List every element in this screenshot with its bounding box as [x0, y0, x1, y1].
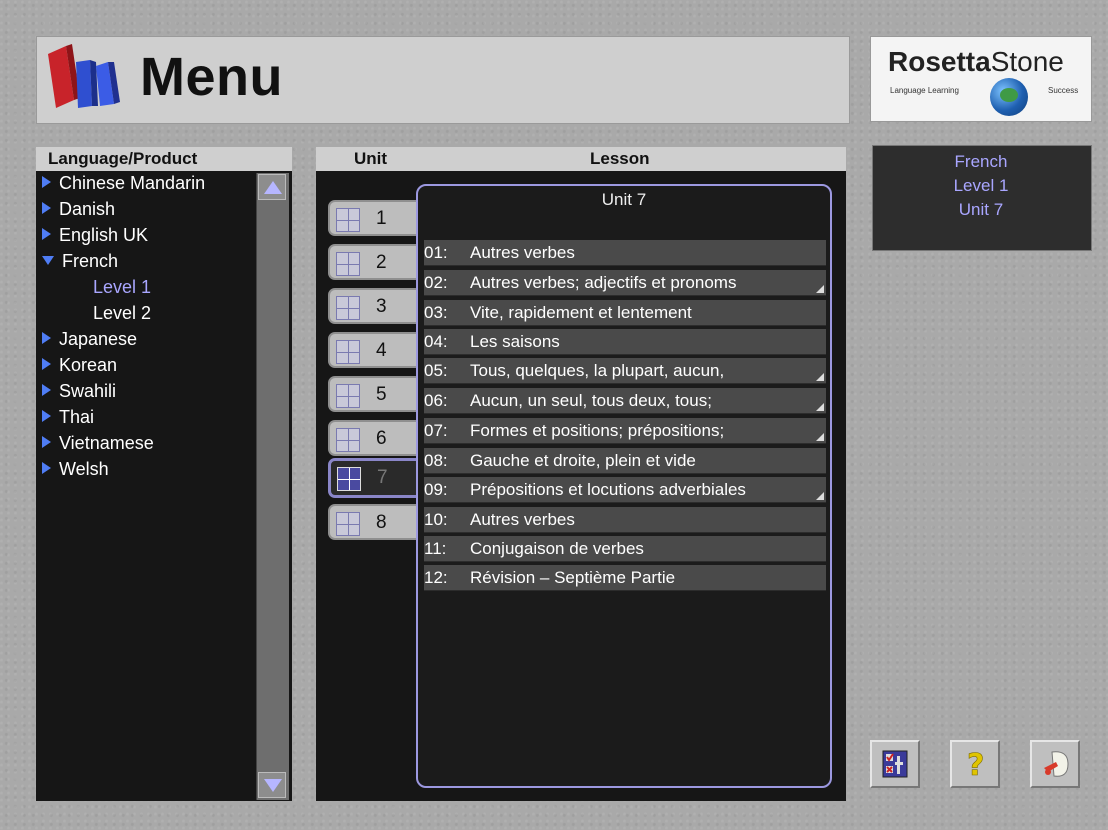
globe-land	[1000, 88, 1018, 102]
unit-tab-4[interactable]: 4	[328, 332, 428, 368]
more-indicator-icon	[816, 492, 824, 500]
more-indicator-icon	[816, 373, 824, 381]
preferences-button[interactable]	[870, 740, 920, 788]
info-level: Level 1	[953, 176, 1009, 195]
info-unit: Unit 7	[958, 200, 1004, 219]
lesson-row-05[interactable]: 05: Tous, quelques, la plupart, aucun,	[424, 358, 826, 384]
info-language: French	[954, 152, 1008, 171]
unit-tab-1[interactable]: 1	[328, 200, 428, 236]
level-item-1[interactable]: Level 1	[93, 277, 151, 298]
expand-arrow-icon	[42, 436, 51, 448]
lesson-row-02[interactable]: 02: Autres verbes; adjectifs et pronoms	[424, 270, 826, 296]
unit-tab-2[interactable]: 2	[328, 244, 428, 280]
more-indicator-icon	[816, 403, 824, 411]
unit-tab-3[interactable]: 3	[328, 288, 428, 324]
lesson-row-08[interactable]: 08: Gauche et droite, plein et vide	[424, 448, 826, 474]
unit-grid-icon	[336, 428, 360, 452]
unit-grid-icon	[336, 252, 360, 276]
expand-arrow-icon	[42, 410, 51, 422]
lesson-row-09[interactable]: 09: Prépositions et locutions adverbiales	[424, 477, 826, 503]
arrow-up-icon	[264, 181, 282, 194]
unit-grid-icon	[336, 384, 360, 408]
lesson-row-07[interactable]: 07: Formes et positions; prépositions;	[424, 418, 826, 444]
language-list-scrollbar[interactable]	[256, 173, 289, 800]
unit-grid-icon	[336, 296, 360, 320]
exit-button[interactable]	[1030, 740, 1080, 788]
lesson-box-title: Unit 7	[601, 190, 647, 209]
scroll-up-button[interactable]	[258, 174, 286, 200]
expand-arrow-icon	[42, 384, 51, 396]
unit-grid-icon	[336, 208, 360, 232]
more-indicator-icon	[816, 285, 824, 293]
expand-arrow-icon	[42, 358, 51, 370]
unit-lesson-header	[316, 147, 846, 171]
unit-tab-7-active[interactable]: 7	[328, 458, 426, 498]
unit-grid-icon	[337, 467, 361, 491]
language-item-danish[interactable]: Danish	[42, 199, 115, 220]
logo-tagline-right: Success	[1048, 86, 1079, 95]
lesson-row-06[interactable]: 06: Aucun, un seul, tous deux, tous;	[424, 388, 826, 414]
language-item-english-uk[interactable]: English UK	[42, 225, 148, 246]
help-button[interactable]: ?	[950, 740, 1000, 788]
expand-arrow-icon	[42, 462, 51, 474]
language-panel-header: Language/Product	[36, 147, 292, 171]
lesson-row-01[interactable]: 01: Autres verbes	[424, 240, 826, 266]
lesson-row-12[interactable]: 12: Révision – Septième Partie	[424, 565, 826, 591]
unit-grid-icon	[336, 340, 360, 364]
lesson-row-04[interactable]: 04: Les saisons	[424, 329, 826, 355]
expand-arrow-icon	[42, 176, 51, 188]
arrow-down-icon	[264, 779, 282, 792]
language-item-vietnamese[interactable]: Vietnamese	[42, 433, 154, 454]
language-item-swahili[interactable]: Swahili	[42, 381, 116, 402]
language-item-welsh[interactable]: Welsh	[42, 459, 109, 480]
page-title: Menu	[140, 47, 283, 107]
more-indicator-icon	[816, 433, 824, 441]
unit-grid-icon	[336, 512, 360, 536]
checklist-icon	[882, 750, 908, 778]
lesson-row-11[interactable]: 11: Conjugaison de verbes	[424, 536, 826, 562]
unit-tab-8[interactable]: 8	[328, 504, 428, 540]
unit-tab-6[interactable]: 6	[328, 420, 428, 456]
question-mark-icon: ?	[967, 749, 985, 779]
lesson-row-03[interactable]: 03: Vite, rapidement et lentement	[424, 300, 826, 326]
lesson-column-label: Lesson	[590, 149, 650, 168]
language-item-chinese-mandarin[interactable]: Chinese Mandarin	[42, 173, 205, 194]
level-item-2[interactable]: Level 2	[93, 303, 151, 324]
logo-tagline-left: Language Learning	[890, 86, 959, 95]
unit-column-label: Unit	[354, 149, 388, 168]
books-icon	[48, 44, 120, 108]
language-item-korean[interactable]: Korean	[42, 355, 117, 376]
exit-door-icon	[1044, 751, 1069, 777]
language-item-french[interactable]: French	[42, 251, 118, 272]
expand-arrow-icon	[42, 332, 51, 344]
expand-arrow-icon	[42, 202, 51, 214]
unit-tab-5[interactable]: 5	[328, 376, 428, 412]
expand-arrow-icon	[42, 228, 51, 240]
svg-text:?: ?	[967, 749, 984, 779]
collapse-arrow-icon	[42, 256, 54, 265]
language-item-japanese[interactable]: Japanese	[42, 329, 137, 350]
scroll-down-button[interactable]	[258, 772, 286, 798]
language-item-thai[interactable]: Thai	[42, 407, 94, 428]
logo-wordmark: RosettaStone	[888, 46, 1064, 77]
lesson-row-10[interactable]: 10: Autres verbes	[424, 507, 826, 533]
